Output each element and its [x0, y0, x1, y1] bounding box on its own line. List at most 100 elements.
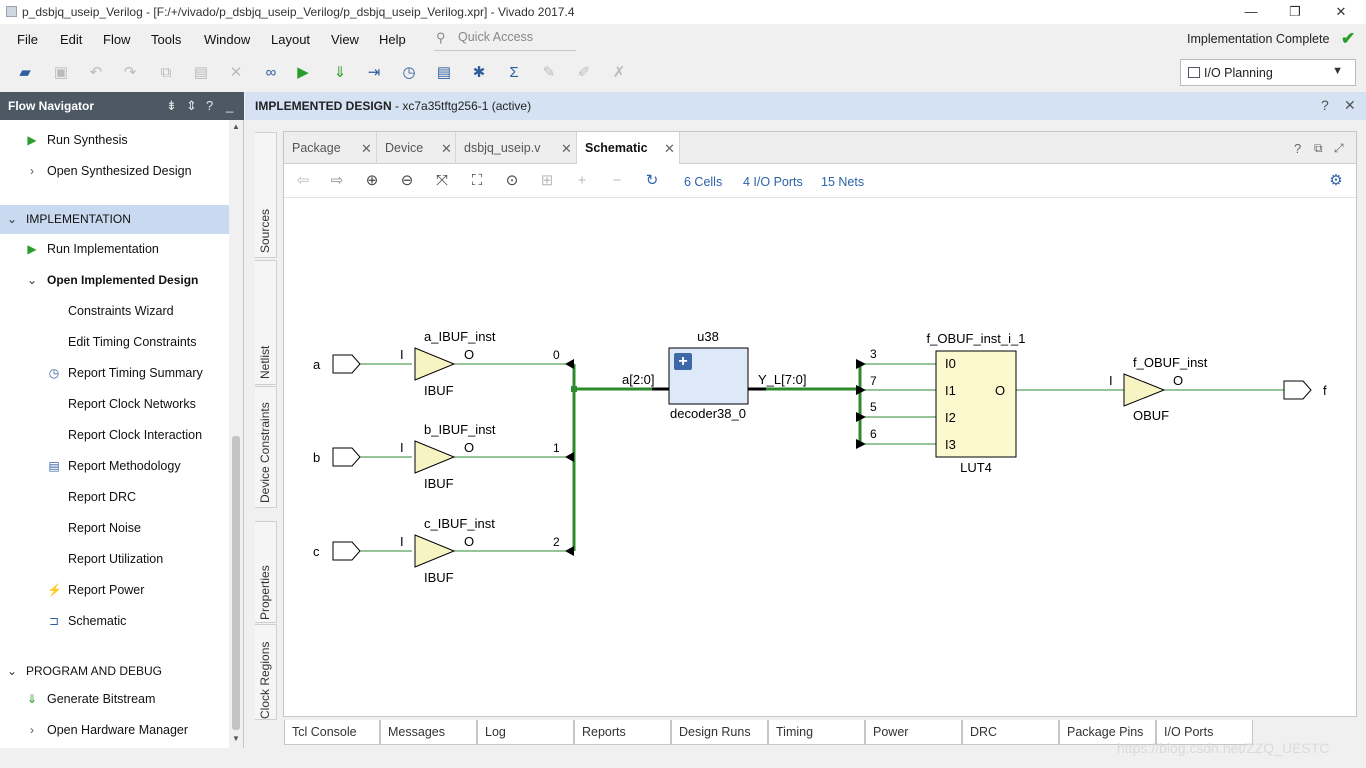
expand-icon[interactable]: +: [573, 172, 591, 190]
scroll-down-icon[interactable]: ▼: [232, 734, 240, 743]
help-icon[interactable]: ?: [1294, 141, 1301, 156]
implementation-section[interactable]: ⌄ IMPLEMENTATION: [0, 205, 229, 234]
restore-panel-icon[interactable]: ⧉: [1314, 141, 1323, 156]
menu-file[interactable]: File: [17, 32, 38, 47]
constraints-wizard[interactable]: Constraints Wizard: [0, 297, 229, 325]
report-icon[interactable]: ▤: [434, 64, 454, 82]
open-project-icon[interactable]: ▰: [15, 64, 35, 82]
tab-dsbjq-useip[interactable]: dsbjq_useip.v ✕: [456, 132, 577, 164]
tab-device[interactable]: Device ✕: [377, 132, 456, 164]
close-icon[interactable]: ✕: [1344, 97, 1356, 114]
open-implemented-design[interactable]: ⌄ Open Implemented Design: [0, 266, 229, 294]
report-utilization[interactable]: Report Utilization: [0, 545, 229, 573]
tab-drc[interactable]: DRC: [962, 720, 1059, 745]
help-icon[interactable]: ?: [1321, 97, 1329, 113]
minimize-panel-icon[interactable]: _: [226, 98, 233, 113]
schematic-nav-item[interactable]: ⊐ Schematic: [0, 607, 229, 635]
step-icon[interactable]: ⇥: [364, 64, 384, 82]
tab-log[interactable]: Log: [477, 720, 574, 745]
report-power[interactable]: ⚡ Report Power: [0, 576, 229, 604]
back-icon[interactable]: ⇦: [294, 172, 312, 190]
menu-layout[interactable]: Layout: [271, 32, 310, 47]
menu-view[interactable]: View: [331, 32, 359, 47]
refresh-icon[interactable]: ↻: [643, 172, 661, 190]
program-device-icon[interactable]: ⇓: [330, 64, 350, 82]
close-icon[interactable]: ✕: [441, 141, 452, 157]
menu-flow[interactable]: Flow: [103, 32, 130, 47]
obuf[interactable]: f_OBUF_inst I O OBUF: [1109, 355, 1208, 423]
tab-messages[interactable]: Messages: [380, 720, 477, 745]
generate-bitstream[interactable]: ⇓ Generate Bitstream: [0, 685, 229, 713]
paste-icon[interactable]: ▤: [191, 64, 211, 82]
redo-icon[interactable]: ↷: [120, 64, 140, 82]
io-ports-count-link[interactable]: 4 I/O Ports: [743, 175, 803, 189]
report-methodology[interactable]: ▤ Report Methodology: [0, 452, 229, 480]
edit-timing-constraints[interactable]: Edit Timing Constraints: [0, 328, 229, 356]
run-synthesis[interactable]: ▶ Run Synthesis: [0, 126, 229, 154]
report-timing-summary[interactable]: ◷ Report Timing Summary: [0, 359, 229, 387]
open-hardware-manager[interactable]: › Open Hardware Manager: [0, 716, 229, 744]
copy-icon[interactable]: ⧉: [156, 64, 176, 82]
cells-count-link[interactable]: 6 Cells: [684, 175, 722, 189]
expand-all-icon[interactable]: ⇕: [186, 98, 197, 114]
disabled-tool-icon[interactable]: ⊞: [538, 172, 556, 190]
menu-edit[interactable]: Edit: [60, 32, 82, 47]
input-port-b[interactable]: b: [313, 447, 361, 467]
input-port-c[interactable]: c: [313, 541, 361, 561]
tab-properties[interactable]: Properties: [255, 521, 277, 623]
timer-icon[interactable]: ◷: [399, 64, 419, 82]
tab-timing[interactable]: Timing: [768, 720, 865, 745]
decoder-u38[interactable]: + u38 decoder38_0 a[2:0] Y_L[7:0]: [622, 329, 806, 421]
tab-power[interactable]: Power: [865, 720, 962, 745]
forward-icon[interactable]: ⇨: [328, 172, 346, 190]
run-implementation[interactable]: ▶ Run Implementation: [0, 235, 229, 263]
run-icon[interactable]: ▶: [293, 64, 313, 82]
scrollbar-thumb[interactable]: [232, 436, 240, 730]
tool-disabled-3-icon[interactable]: ✗: [609, 64, 629, 82]
undo-icon[interactable]: ↶: [86, 64, 106, 82]
delete-icon[interactable]: ✕: [226, 64, 246, 82]
collapse-all-icon[interactable]: ⇟: [166, 98, 177, 114]
help-icon[interactable]: ?: [206, 98, 213, 113]
report-clock-networks[interactable]: Report Clock Networks: [0, 390, 229, 418]
tab-device-constraints[interactable]: Device Constraints: [255, 386, 277, 508]
report-drc[interactable]: Report DRC: [0, 483, 229, 511]
tab-sources[interactable]: Sources: [255, 132, 277, 258]
report-noise[interactable]: Report Noise: [0, 514, 229, 542]
tab-design-runs[interactable]: Design Runs: [671, 720, 768, 745]
lut4-cell[interactable]: f_OBUF_inst_i_1 LUT4 I0 I1 I2 I3 O: [927, 331, 1026, 475]
restore-button[interactable]: ❐: [1272, 0, 1318, 24]
tab-schematic[interactable]: Schematic ✕: [577, 132, 680, 165]
zoom-fit-icon[interactable]: ⤧: [433, 172, 451, 190]
program-debug-section[interactable]: ⌄ PROGRAM AND DEBUG: [0, 657, 229, 685]
maximize-panel-icon[interactable]: ⤢: [1334, 141, 1344, 156]
tab-clock-regions[interactable]: Clock Regions: [255, 624, 277, 720]
close-window-button[interactable]: ✕: [1318, 0, 1364, 24]
gear-icon[interactable]: ⚙: [1327, 172, 1345, 190]
tab-package[interactable]: Package ✕: [284, 132, 377, 164]
open-synthesized-design[interactable]: › Open Synthesized Design: [0, 157, 229, 185]
input-port-a[interactable]: a: [313, 354, 361, 374]
select-target-icon[interactable]: ⊙: [503, 172, 521, 190]
close-icon[interactable]: ✕: [664, 141, 675, 157]
menu-window[interactable]: Window: [204, 32, 250, 47]
zoom-out-icon[interactable]: ⊖: [398, 172, 416, 190]
output-port-f[interactable]: f: [1283, 380, 1327, 400]
menu-tools[interactable]: Tools: [151, 32, 181, 47]
tab-tcl-console[interactable]: Tcl Console: [284, 720, 380, 745]
sigma-icon[interactable]: Σ: [504, 64, 524, 82]
report-clock-interaction[interactable]: Report Clock Interaction: [0, 421, 229, 449]
menu-help[interactable]: Help: [379, 32, 406, 47]
save-icon[interactable]: ▣: [51, 64, 71, 82]
tool-disabled-2-icon[interactable]: ✐: [574, 64, 594, 82]
tool-disabled-1-icon[interactable]: ✎: [539, 64, 559, 82]
tab-netlist[interactable]: Netlist: [255, 260, 277, 385]
binoculars-icon[interactable]: ∞: [261, 64, 281, 82]
zoom-in-icon[interactable]: ⊕: [363, 172, 381, 190]
close-icon[interactable]: ✕: [561, 141, 572, 157]
close-icon[interactable]: ✕: [361, 141, 372, 157]
settings-icon[interactable]: ✱: [469, 64, 489, 82]
collapse-icon[interactable]: −: [608, 172, 626, 190]
nets-count-link[interactable]: 15 Nets: [821, 175, 864, 189]
tab-reports[interactable]: Reports: [574, 720, 671, 745]
